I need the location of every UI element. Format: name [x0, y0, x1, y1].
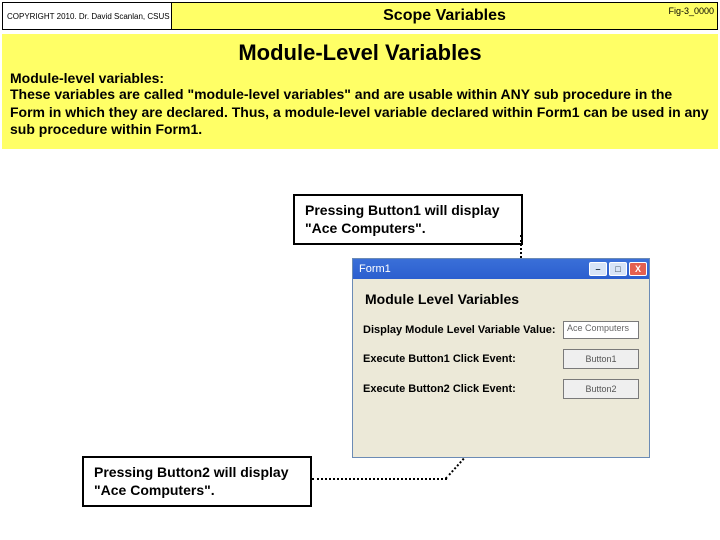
subheading: Module-Level Variables [10, 40, 710, 66]
copyright-box: COPYRIGHT 2010. Dr. David Scanlan, CSUS [2, 2, 172, 30]
close-icon[interactable]: X [629, 262, 647, 276]
row-display-value: Display Module Level Variable Value: Ace… [363, 321, 639, 339]
label-display-value: Display Module Level Variable Value: [363, 324, 563, 336]
callout-button2: Pressing Button2 will display "Ace Compu… [82, 456, 312, 507]
connector-line [312, 478, 447, 480]
form1-window: Form1 – □ X Module Level Variables Displ… [352, 258, 650, 458]
minimize-icon[interactable]: – [589, 262, 607, 276]
form-heading: Module Level Variables [365, 291, 639, 307]
button2[interactable]: Button2 [563, 379, 639, 399]
row-button2: Execute Button2 Click Event: Button2 [363, 379, 639, 399]
row-button1: Execute Button1 Click Event: Button1 [363, 349, 639, 369]
paragraph-lead: Module-level variables: [10, 70, 710, 86]
explainer-block: Module-Level Variables Module-level vari… [2, 34, 718, 149]
maximize-icon[interactable]: □ [609, 262, 627, 276]
window-body: Module Level Variables Display Module Le… [353, 279, 649, 415]
callout-button1: Pressing Button1 will display "Ace Compu… [293, 194, 523, 245]
label-button2: Execute Button2 Click Event: [363, 383, 563, 395]
paragraph-body: These variables are called "module-level… [10, 86, 710, 139]
window-title: Form1 [359, 263, 587, 275]
page-title: Scope Variables [172, 2, 718, 30]
label-button1: Execute Button1 Click Event: [363, 353, 563, 365]
window-titlebar: Form1 – □ X [353, 259, 649, 279]
figure-id: Fig-3_0000 [668, 6, 714, 16]
textbox-value[interactable]: Ace Computers [563, 321, 639, 339]
header-bar: COPYRIGHT 2010. Dr. David Scanlan, CSUS … [2, 2, 718, 30]
button1[interactable]: Button1 [563, 349, 639, 369]
